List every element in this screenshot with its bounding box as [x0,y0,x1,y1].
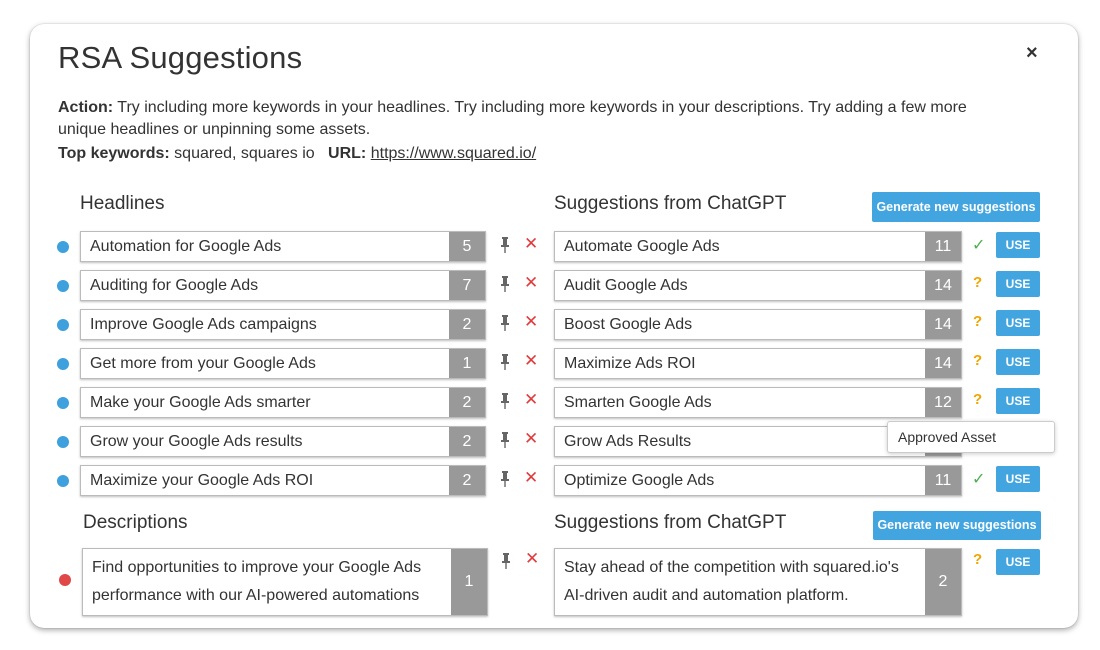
headline-input[interactable]: Get more from your Google Ads 1 [80,348,486,379]
char-count: 1 [449,349,485,378]
char-count: 14 [925,349,961,378]
keywords-value: squared, squares io [169,145,315,162]
headlines-title: Headlines [80,193,165,214]
char-count: 2 [449,466,485,495]
approved-asset-tooltip: Approved Asset [887,421,1055,453]
headline-row: Automation for Google Ads 5 ✕ Automate Go… [30,231,1078,262]
status-dot [57,475,69,487]
status-dot [59,574,71,586]
close-icon[interactable]: ✕ [525,549,539,569]
close-icon[interactable]: ✕ [524,234,538,254]
pin-icon[interactable] [500,275,510,293]
status-dot [57,397,69,409]
check-icon: ✓ [972,471,986,488]
rsa-suggestions-modal: RSA Suggestions × Action: Try including … [30,24,1078,628]
headline-row: Make your Google Ads smarter 2 ✕ Smarten … [30,387,1078,418]
keywords-line: Top keywords: squared, squares io URL: h… [58,145,536,163]
char-count: 14 [925,271,961,300]
char-count: 2 [449,310,485,339]
close-icon[interactable]: ✕ [524,351,538,371]
description-row: Find opportunities to improve your Googl… [30,548,1078,616]
headline-row: Get more from your Google Ads 1 ✕ Maximiz… [30,348,1078,379]
char-count: 14 [925,310,961,339]
headline-input[interactable]: Improve Google Ads campaigns 2 [80,309,486,340]
headline-row: Maximize your Google Ads ROI 2 ✕ Optimize… [30,465,1078,496]
char-count: 2 [449,427,485,456]
headline-input[interactable]: Automation for Google Ads 5 [80,231,486,262]
use-button[interactable]: USE [996,232,1040,258]
headline-row: Improve Google Ads campaigns 2 ✕ Boost Go… [30,309,1078,340]
url-link[interactable]: https://www.squared.io/ [371,145,536,162]
close-icon[interactable]: ✕ [524,429,538,449]
char-count: 7 [449,271,485,300]
use-button[interactable]: USE [996,310,1040,336]
suggestion-input[interactable]: Smarten Google Ads 12 [554,387,962,418]
question-icon: ? [973,352,983,369]
pin-icon[interactable] [500,392,510,410]
pin-icon[interactable] [500,470,510,488]
pin-icon[interactable] [500,314,510,332]
suggestion-input[interactable]: Stay ahead of the competition with squar… [554,548,962,616]
headline-input[interactable]: Maximize your Google Ads ROI 2 [80,465,486,496]
pin-icon[interactable] [500,353,510,371]
question-icon: ? [973,313,983,330]
close-icon[interactable]: × [1026,42,1038,65]
description-input[interactable]: Find opportunities to improve your Googl… [82,548,488,616]
generate-description-suggestions-button[interactable]: Generate new suggestions [873,511,1041,540]
description-suggestions-title: Suggestions from ChatGPT [554,512,787,533]
close-icon[interactable]: ✕ [524,390,538,410]
close-icon[interactable]: ✕ [524,273,538,293]
descriptions-title: Descriptions [83,512,188,533]
suggestion-input[interactable]: Maximize Ads ROI 14 [554,348,962,379]
char-count: 12 [925,388,961,417]
char-count: 11 [925,466,961,495]
modal-title: RSA Suggestions [58,40,303,75]
use-button[interactable]: USE [996,271,1040,297]
pin-icon[interactable] [501,552,511,570]
headline-suggestions-title: Suggestions from ChatGPT [554,193,787,214]
pin-icon[interactable] [500,236,510,254]
status-dot [57,436,69,448]
status-dot [57,358,69,370]
question-icon: ? [973,274,983,291]
status-dot [57,280,69,292]
close-icon[interactable]: ✕ [524,312,538,332]
suggestion-input[interactable]: Audit Google Ads 14 [554,270,962,301]
char-count: 11 [925,232,961,261]
use-button[interactable]: USE [996,549,1040,575]
url-label: URL: [328,145,367,162]
status-dot [57,241,69,253]
char-count: 2 [449,388,485,417]
use-button[interactable]: USE [996,466,1040,492]
char-count: 5 [449,232,485,261]
pin-icon[interactable] [500,431,510,449]
question-icon: ? [973,391,983,408]
question-icon: ? [973,551,983,568]
action-body: Try including more keywords in your head… [58,99,967,138]
headline-input[interactable]: Auditing for Google Ads 7 [80,270,486,301]
suggestion-input[interactable]: Boost Google Ads 14 [554,309,962,340]
generate-headline-suggestions-button[interactable]: Generate new suggestions [872,192,1040,222]
keywords-label: Top keywords: [58,145,170,162]
char-count: 1 [451,549,487,615]
use-button[interactable]: USE [996,349,1040,375]
headline-input[interactable]: Grow your Google Ads results 2 [80,426,486,457]
check-icon: ✓ [972,237,986,254]
headline-input[interactable]: Make your Google Ads smarter 2 [80,387,486,418]
status-dot [57,319,69,331]
close-icon[interactable]: ✕ [524,468,538,488]
action-text: Action: Try including more keywords in y… [58,97,1018,141]
headline-row: Auditing for Google Ads 7 ✕ Audit Google … [30,270,1078,301]
use-button[interactable]: USE [996,388,1040,414]
action-label: Action: [58,99,114,116]
suggestion-input[interactable]: Automate Google Ads 11 [554,231,962,262]
suggestion-input[interactable]: Optimize Google Ads 11 [554,465,962,496]
char-count: 2 [925,549,961,615]
